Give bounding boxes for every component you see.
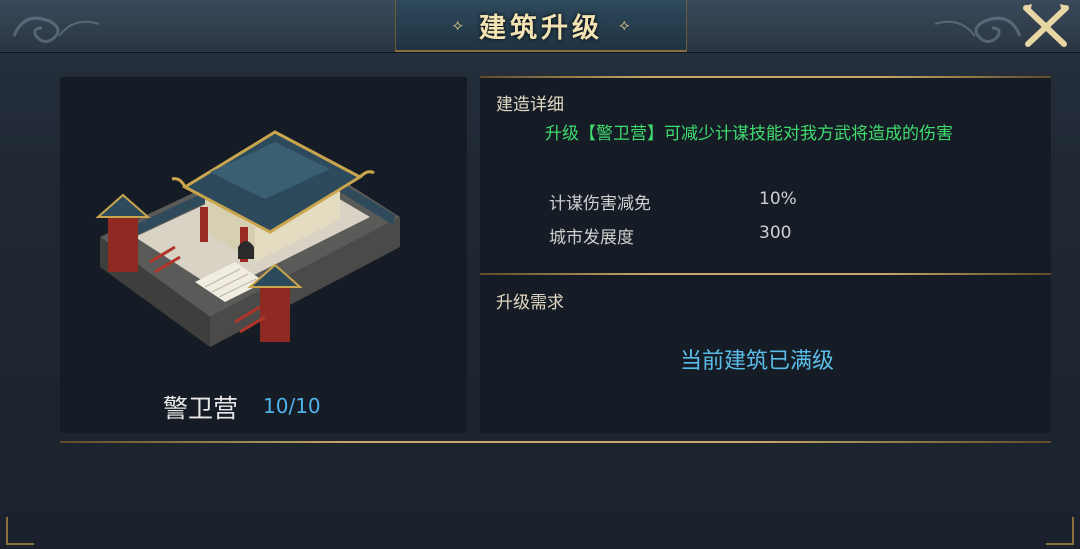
stat-value-plot-damage-reduction: 10%: [759, 189, 797, 209]
corner-ornament-bottom-left: [6, 517, 34, 545]
divider-middle: [480, 273, 1051, 275]
title-ornament-left: ⟡: [452, 15, 463, 34]
building-name: 警卫营: [163, 394, 239, 423]
requirements-section-title: 升级需求: [496, 293, 564, 313]
divider-top: [480, 76, 1051, 78]
stat-label-city-development: 城市发展度: [549, 228, 634, 248]
building-description: 升级【警卫营】可减少计谋技能对我方武将造成的伤害: [545, 124, 953, 144]
close-button[interactable]: [1016, 0, 1076, 52]
title-ornament-right: ⟡: [619, 15, 630, 34]
left-swirl-ornament: [12, 16, 100, 43]
title-plate: ⟡ 建筑升级 ⟡: [395, 0, 687, 52]
corner-ornament-bottom-right: [1046, 517, 1074, 545]
details-section-title: 建造详细: [496, 95, 564, 115]
page-title: 建筑升级: [479, 12, 603, 44]
building-panel: [60, 77, 467, 433]
max-level-status: 当前建筑已满级: [680, 349, 835, 374]
stat-label-plot-damage-reduction: 计谋伤害减免: [549, 194, 651, 214]
building-level: 10/10: [263, 394, 321, 418]
building-illustration: [95, 130, 400, 347]
close-icon: [1023, 4, 1069, 47]
divider-bottom: [60, 441, 1051, 443]
right-swirl-ornament: [934, 16, 1022, 43]
stat-value-city-development: 300: [759, 223, 792, 243]
